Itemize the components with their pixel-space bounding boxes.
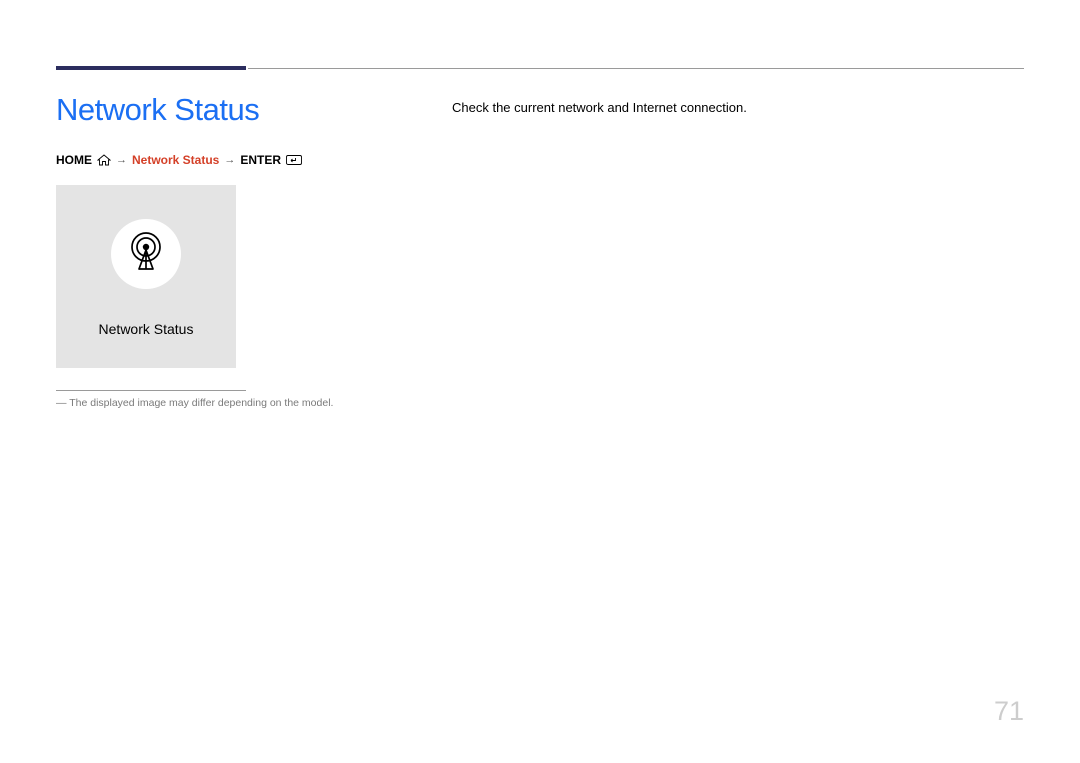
home-icon	[97, 154, 111, 166]
arrow-icon: →	[116, 154, 127, 166]
antenna-broadcast-icon	[124, 229, 168, 278]
enter-icon	[286, 154, 302, 166]
network-status-tile: Network Status	[56, 185, 236, 368]
page-title: Network Status	[56, 92, 259, 128]
header-accent-bar	[56, 66, 246, 70]
description-text: Check the current network and Internet c…	[452, 100, 747, 115]
breadcrumb-path: Network Status	[132, 153, 219, 167]
tile-icon-circle	[111, 219, 181, 289]
breadcrumb: HOME → Network Status → ENTER	[56, 153, 302, 167]
breadcrumb-home: HOME	[56, 153, 92, 167]
arrow-icon: →	[224, 154, 235, 166]
footnote-text: ― The displayed image may differ dependi…	[56, 397, 333, 409]
page-number: 71	[994, 696, 1024, 727]
footnote-divider	[56, 390, 246, 391]
header-divider	[248, 68, 1024, 69]
breadcrumb-enter: ENTER	[240, 153, 281, 167]
tile-label: Network Status	[99, 321, 194, 355]
